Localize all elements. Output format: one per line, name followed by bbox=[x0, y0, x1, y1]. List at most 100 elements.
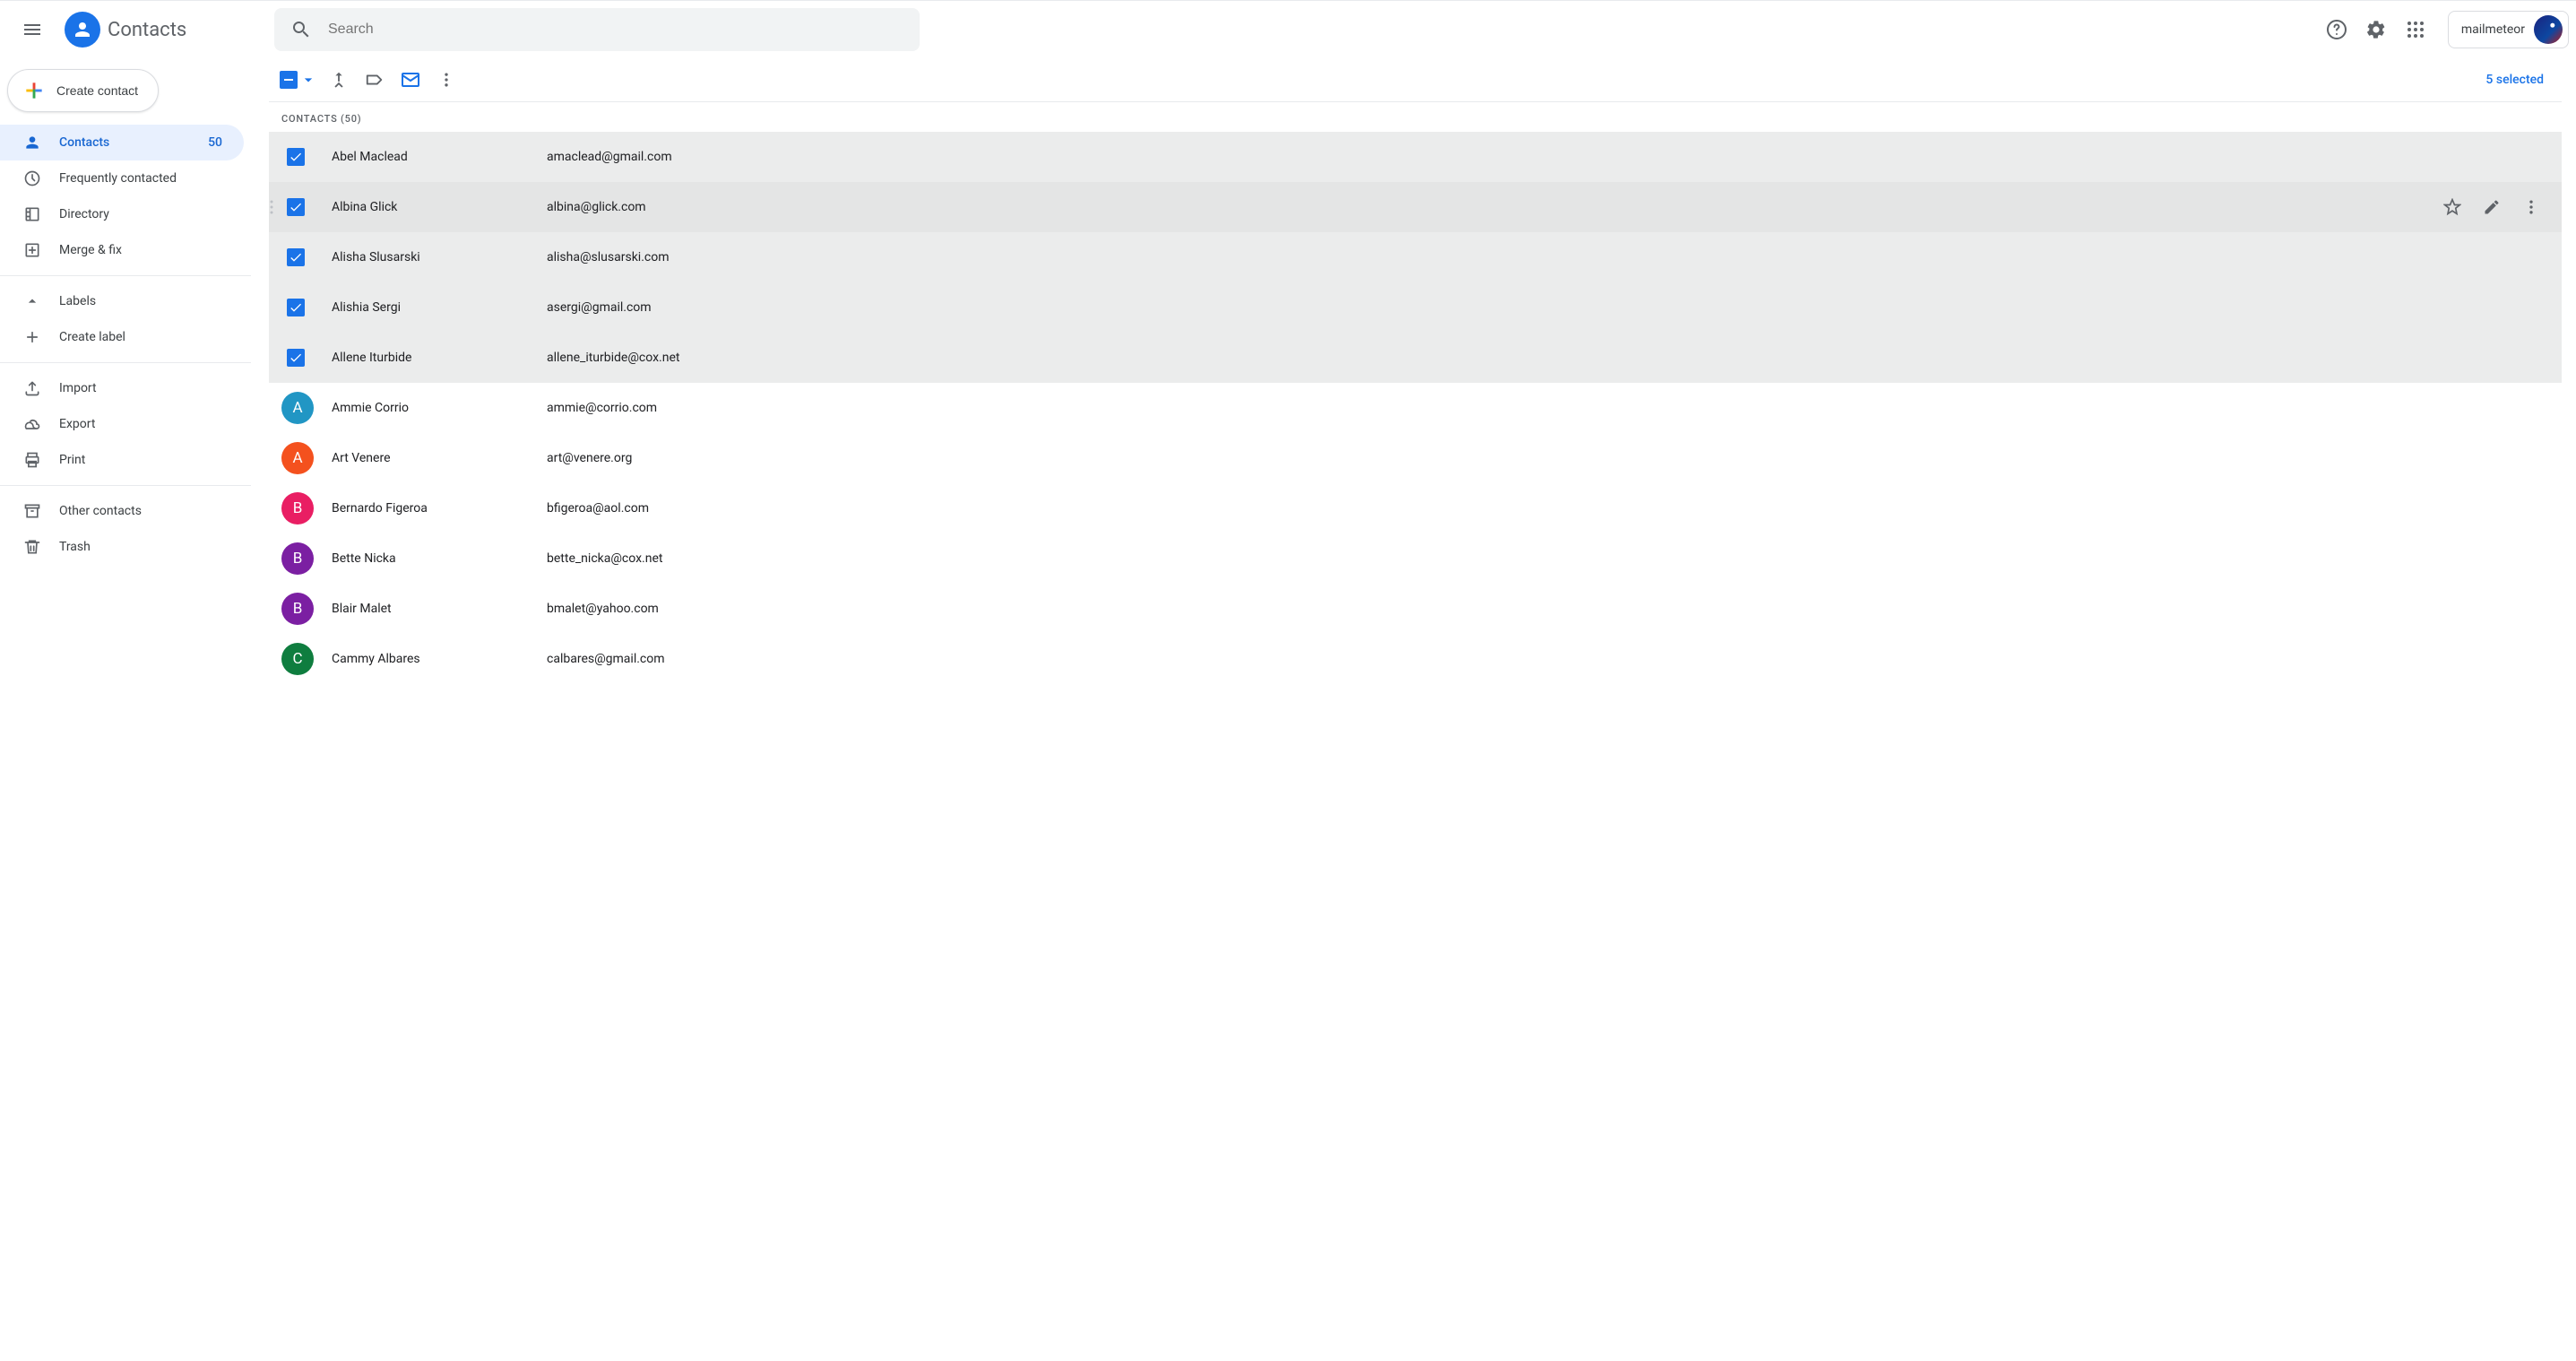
search-icon bbox=[290, 19, 312, 40]
sidebar-item-print[interactable]: Print bbox=[0, 442, 244, 478]
contact-row[interactable]: BBette Nickabette_nicka@cox.net bbox=[269, 533, 2562, 584]
account-chip[interactable]: mailmeteor bbox=[2448, 11, 2569, 48]
contact-avatar[interactable]: B bbox=[281, 542, 314, 575]
more-button[interactable] bbox=[428, 62, 464, 98]
sidebar-labels-label: Labels bbox=[59, 294, 96, 308]
row-checkbox[interactable] bbox=[287, 148, 305, 166]
star-icon bbox=[2443, 198, 2461, 216]
contact-avatar[interactable]: A bbox=[281, 392, 314, 424]
sidebar-item-directory[interactable]: Directory bbox=[0, 196, 244, 232]
contact-row[interactable]: Alisha Slusarskialisha@slusarski.com bbox=[269, 232, 2562, 282]
row-checkbox[interactable] bbox=[287, 299, 305, 316]
contact-email: art@venere.org bbox=[547, 451, 2549, 465]
selected-count: 5 selected bbox=[2485, 73, 2554, 87]
contact-name: Art Venere bbox=[332, 451, 547, 465]
row-more-button[interactable] bbox=[2513, 189, 2549, 225]
sidebar-item-other[interactable]: Other contacts bbox=[0, 493, 244, 529]
create-contact-button[interactable]: Create contact bbox=[7, 69, 159, 112]
sidebar-item-contacts[interactable]: Contacts 50 bbox=[0, 125, 244, 160]
cloud-icon bbox=[23, 415, 41, 433]
indeterminate-checkbox-icon bbox=[280, 71, 298, 89]
contact-row[interactable]: Alishia Sergiasergi@gmail.com bbox=[269, 282, 2562, 333]
contact-name: Cammy Albares bbox=[332, 652, 547, 666]
main-menu-button[interactable] bbox=[11, 8, 54, 51]
contact-row[interactable]: AAmmie Corrioammie@corrio.com bbox=[269, 383, 2562, 433]
contact-email: asergi@gmail.com bbox=[547, 300, 2549, 315]
list-header: CONTACTS (50) bbox=[269, 101, 2562, 132]
contact-row[interactable]: B Blair Maletbmalet@yahoo.com bbox=[269, 584, 2562, 634]
edit-button[interactable] bbox=[2474, 189, 2510, 225]
contact-row[interactable]: Albina Glickalbina@glick.com bbox=[269, 182, 2562, 232]
star-button[interactable] bbox=[2434, 189, 2470, 225]
contact-avatar[interactable]: A bbox=[281, 442, 314, 474]
gear-icon bbox=[2365, 19, 2387, 40]
apps-button[interactable] bbox=[2398, 12, 2433, 48]
sidebar-item-import[interactable]: Import bbox=[0, 370, 244, 406]
merge-button[interactable] bbox=[321, 62, 357, 98]
contact-avatar[interactable]: B bbox=[281, 492, 314, 524]
contact-row[interactable]: B Bernardo Figeroabfigeroa@aol.com bbox=[269, 483, 2562, 533]
contact-email: ammie@corrio.com bbox=[547, 401, 2549, 415]
sidebar-item-merge[interactable]: Merge & fix bbox=[0, 232, 244, 268]
contact-name: Bernardo Figeroa bbox=[332, 501, 547, 516]
sidebar-contacts-label: Contacts bbox=[59, 135, 109, 150]
sidebar-frequent-label: Frequently contacted bbox=[59, 171, 177, 186]
email-button[interactable] bbox=[393, 62, 428, 98]
account-avatar-icon bbox=[2534, 15, 2563, 44]
account-label: mailmeteor bbox=[2461, 22, 2525, 37]
sidebar-merge-label: Merge & fix bbox=[59, 243, 122, 257]
contact-row[interactable]: Abel Macleadamaclead@gmail.com bbox=[269, 132, 2562, 182]
merge-icon bbox=[23, 241, 41, 259]
sidebar-item-frequent[interactable]: Frequently contacted bbox=[0, 160, 244, 196]
check-icon bbox=[289, 250, 303, 264]
archive-icon bbox=[23, 502, 41, 520]
person-icon bbox=[23, 134, 41, 152]
label-button[interactable] bbox=[357, 62, 393, 98]
contact-row[interactable]: A Art Venereart@venere.org bbox=[269, 433, 2562, 483]
row-checkbox[interactable] bbox=[287, 349, 305, 367]
row-checkbox[interactable] bbox=[287, 248, 305, 266]
sidebar-print-label: Print bbox=[59, 453, 85, 467]
hamburger-icon bbox=[22, 19, 43, 40]
apps-grid-icon bbox=[2405, 19, 2426, 40]
settings-button[interactable] bbox=[2358, 12, 2394, 48]
contact-name: Alisha Slusarski bbox=[332, 250, 547, 264]
contact-name: Blair Malet bbox=[332, 602, 547, 616]
select-all-control[interactable] bbox=[280, 71, 317, 89]
sidebar-contacts-count: 50 bbox=[208, 135, 222, 150]
sidebar-item-create-label[interactable]: Create label bbox=[0, 319, 244, 355]
history-icon bbox=[23, 169, 41, 187]
trash-icon bbox=[23, 538, 41, 556]
sidebar-directory-label: Directory bbox=[59, 207, 109, 221]
sidebar-item-trash[interactable]: Trash bbox=[0, 529, 244, 565]
contact-row[interactable]: Allene Iturbideallene_iturbide@cox.net bbox=[269, 333, 2562, 383]
sidebar-create-label-label: Create label bbox=[59, 330, 125, 344]
contact-row[interactable]: C Cammy Albarescalbares@gmail.com bbox=[269, 634, 2562, 684]
contact-avatar[interactable]: C bbox=[281, 643, 314, 675]
contact-list[interactable]: Abel Macleadamaclead@gmail.comAlbina Gli… bbox=[269, 132, 2562, 1361]
drag-handle-icon[interactable] bbox=[269, 198, 274, 216]
directory-icon bbox=[23, 205, 41, 223]
row-checkbox[interactable] bbox=[287, 198, 305, 216]
app-logo[interactable]: Contacts bbox=[57, 12, 265, 48]
check-icon bbox=[289, 200, 303, 214]
contact-email: bmalet@yahoo.com bbox=[547, 602, 2549, 616]
search-input[interactable] bbox=[321, 22, 912, 38]
print-icon bbox=[23, 451, 41, 469]
sidebar-export-label: Export bbox=[59, 417, 95, 431]
contact-avatar[interactable]: B bbox=[281, 593, 314, 625]
sidebar-item-labels[interactable]: Labels bbox=[0, 283, 244, 319]
search-box[interactable] bbox=[274, 8, 920, 51]
contact-email: bette_nicka@cox.net bbox=[547, 551, 2549, 566]
contact-email: albina@glick.com bbox=[547, 200, 2434, 214]
merge-contacts-icon bbox=[329, 70, 349, 90]
help-button[interactable] bbox=[2319, 12, 2355, 48]
toolbar: 5 selected bbox=[269, 58, 2562, 101]
contact-email: bfigeroa@aol.com bbox=[547, 501, 2549, 516]
contact-name: Abel Maclead bbox=[332, 150, 547, 164]
check-icon bbox=[289, 351, 303, 365]
contact-email: calbares@gmail.com bbox=[547, 652, 2549, 666]
sidebar-item-export[interactable]: Export bbox=[0, 406, 244, 442]
plus-icon bbox=[22, 79, 46, 102]
sidebar-trash-label: Trash bbox=[59, 540, 91, 554]
